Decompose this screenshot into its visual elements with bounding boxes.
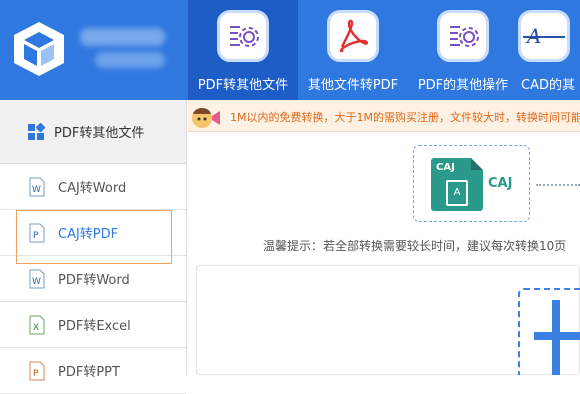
ppt-file-icon: P: [29, 361, 45, 380]
tab-other-to-pdf[interactable]: 其他文件转PDF: [298, 0, 408, 100]
book-letter: A: [446, 180, 468, 206]
tab-label: CAD的其: [521, 78, 575, 93]
file-corner-fold: [471, 158, 483, 170]
word-file-icon: W: [29, 177, 45, 196]
tab-pdf-other-ops[interactable]: PDF的其他操作: [408, 0, 518, 100]
file-tile-text: CAJ: [436, 162, 455, 173]
svg-text:P: P: [33, 369, 39, 379]
plus-icon[interactable]: [534, 300, 580, 375]
flow-connector: [536, 184, 580, 186]
sidebar-header: PDF转其他文件: [0, 100, 186, 164]
notice-banner: 1M以内的免费转换，大于1M的需购买注册，文件较大时，转换时间可能较长: [188, 100, 580, 132]
notice-text: 1M以内的免费转换，大于1M的需购买注册，文件较大时，转换时间可能较长: [230, 111, 580, 124]
tab-label: 其他文件转PDF: [307, 78, 399, 93]
source-file-card[interactable]: CAJ A CAJ: [413, 145, 530, 222]
svg-text:W: W: [32, 185, 41, 195]
sidebar-item-label: PDF转Word: [58, 273, 130, 288]
sidebar: PDF转其他文件 W CAJ转Word P CAJ转PDF W PDF转Word…: [0, 100, 187, 394]
excel-file-icon: X: [29, 315, 45, 334]
blurred-app-name: [80, 28, 165, 46]
sidebar-item-label: PDF转PPT: [58, 365, 120, 380]
hint-text: 温馨提示：若全部转换需要较长时间，建议每次转换10页: [263, 239, 567, 253]
sidebar-item-label: PDF转Excel: [58, 319, 131, 334]
sidebar-item-pdf-to-ppt[interactable]: P PDF转PPT: [0, 348, 186, 394]
mascot-megaphone-icon: [192, 108, 220, 128]
caj-file-icon: CAJ A: [431, 158, 483, 211]
file-card-label: CAJ: [488, 176, 513, 191]
blurred-app-subtitle: [95, 52, 165, 68]
sidebar-item-pdf-to-excel[interactable]: X PDF转Excel: [0, 302, 186, 348]
svg-text:X: X: [33, 323, 39, 333]
top-navigation-bar: PDF转其他文件 其他文件转PDF PDF的其他操作 A CAD的其: [0, 0, 580, 100]
tab-pdf-to-other[interactable]: PDF转其他文件: [188, 0, 298, 100]
sidebar-item-caj-to-word[interactable]: W CAJ转Word: [0, 164, 186, 210]
tab-label: PDF转其他文件: [197, 78, 289, 93]
grid-icon: [28, 122, 45, 140]
svg-text:W: W: [32, 277, 41, 287]
app-logo-icon: [14, 22, 64, 76]
sidebar-item-caj-to-pdf[interactable]: P CAJ转PDF: [0, 210, 186, 264]
gear-doc-icon: [437, 10, 489, 62]
word-file-icon: W: [29, 269, 45, 288]
gear-doc-icon: [217, 10, 269, 62]
tab-cad[interactable]: A CAD的其: [518, 0, 580, 100]
sidebar-header-label: PDF转其他文件: [54, 126, 145, 141]
sidebar-item-label: CAJ转Word: [58, 181, 127, 196]
pdf-acrobat-icon: [327, 10, 379, 62]
tab-label: PDF的其他操作: [417, 78, 509, 93]
cad-icon: A: [518, 10, 570, 62]
sidebar-item-pdf-to-word[interactable]: W PDF转Word: [0, 256, 186, 302]
